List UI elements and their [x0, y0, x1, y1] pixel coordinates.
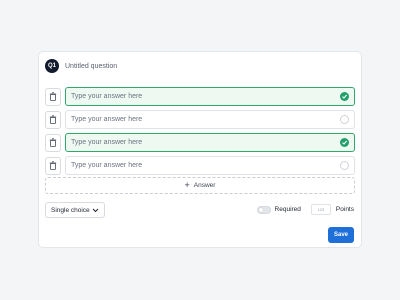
question-title[interactable]: Untitled question — [65, 63, 117, 70]
check-circle-icon — [342, 140, 348, 145]
trash-icon — [49, 115, 57, 124]
required-label: Required — [274, 206, 301, 213]
answer-input[interactable]: Type your answer here — [65, 110, 355, 129]
correct-answer-toggle[interactable] — [340, 115, 349, 124]
delete-answer-button[interactable] — [45, 156, 61, 175]
check-circle-icon — [342, 94, 348, 99]
answer-row: Type your answer here — [45, 87, 355, 106]
delete-answer-button[interactable] — [45, 87, 61, 106]
answer-row: Type your answer here — [45, 133, 355, 152]
answer-list: Type your answer here Type your answer h… — [45, 87, 355, 179]
question-header: Q1 Untitled question — [45, 59, 117, 73]
question-number-badge: Q1 — [45, 59, 59, 73]
answer-row: Type your answer here — [45, 156, 355, 175]
points-label: Points — [335, 206, 354, 213]
correct-answer-toggle[interactable] — [340, 138, 349, 147]
question-type-select[interactable]: Single choice — [45, 202, 105, 218]
answer-placeholder: Type your answer here — [71, 162, 143, 169]
question-card: Q1 Untitled question Type your answer he… — [38, 51, 362, 248]
delete-answer-button[interactable] — [45, 110, 61, 129]
answer-placeholder: Type your answer here — [71, 93, 143, 100]
trash-icon — [49, 161, 57, 170]
answer-input[interactable]: Type your answer here — [65, 156, 355, 175]
trash-icon — [49, 92, 57, 101]
correct-answer-toggle[interactable] — [340, 161, 349, 170]
points-input[interactable]: 123 — [310, 204, 331, 215]
answer-input[interactable]: Type your answer here — [65, 87, 355, 106]
plus-icon: + — [184, 180, 190, 190]
add-answer-button[interactable]: + Answer — [45, 177, 355, 194]
save-button[interactable]: Save — [328, 227, 354, 243]
trash-icon — [49, 138, 57, 147]
answer-placeholder: Type your answer here — [71, 116, 143, 123]
add-answer-label: Answer — [193, 182, 216, 189]
answer-row: Type your answer here — [45, 110, 355, 129]
chevron-down-icon — [92, 208, 99, 212]
required-toggle[interactable] — [256, 205, 271, 214]
delete-answer-button[interactable] — [45, 133, 61, 152]
question-type-value: Single choice — [51, 206, 90, 214]
answer-placeholder: Type your answer here — [71, 139, 143, 146]
question-options: Required 123 Points — [256, 204, 354, 215]
correct-answer-toggle[interactable] — [340, 92, 349, 101]
answer-input[interactable]: Type your answer here — [65, 133, 355, 152]
